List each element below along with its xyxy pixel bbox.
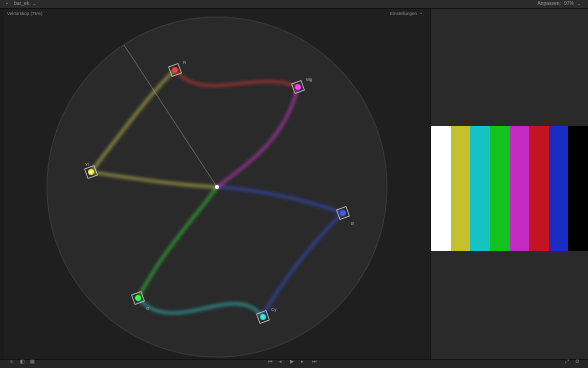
target-dot-cy <box>260 314 266 320</box>
target-dot-g <box>135 295 141 301</box>
playback-controls: ⏮ ◂ ▶ ▸ ⏭ <box>268 360 317 365</box>
settings-icon[interactable]: ⚙ <box>575 360 580 365</box>
target-label-mg: Mg <box>306 77 313 82</box>
skip-back-icon[interactable]: ⏮ <box>268 360 273 365</box>
left-controls: ≡ ◧ ▦ <box>10 360 35 365</box>
target-dot-b <box>340 210 346 216</box>
center-point <box>215 185 219 189</box>
bar-black <box>568 126 588 251</box>
bar-blue <box>548 126 569 251</box>
target-label-yl: Yl <box>85 162 89 167</box>
title-bar: ▪ bar_ek ⌄ Anpassen: 97% ⌄ <box>0 0 588 9</box>
target-label-g: G <box>146 306 150 311</box>
target-dot-mg <box>295 84 301 90</box>
clip-title[interactable]: ▪ bar_ek ⌄ <box>6 0 37 8</box>
viewer-pane <box>431 9 588 359</box>
bar-green <box>489 126 510 251</box>
fit-label: Anpassen: <box>537 1 561 7</box>
bar-cyan <box>470 126 490 251</box>
vectorscope-graticule: RMgBCyGYl <box>46 16 388 358</box>
target-dot-yl <box>88 169 94 175</box>
zoom-level[interactable]: 97% <box>564 0 574 8</box>
bar-yellow <box>450 126 471 251</box>
split-icon[interactable]: ◧ <box>20 360 25 365</box>
clip-name: bar_ek <box>14 1 30 7</box>
menu-icon[interactable]: ≡ <box>10 360 15 365</box>
zoom-chevron-icon[interactable]: ⌄ <box>577 1 582 7</box>
target-dot-r <box>172 67 178 73</box>
play-icon[interactable]: ▶ <box>290 360 295 365</box>
vectorscope-pane: Vektorskop (75%) Einstellungen ⌄ R Mg B Cy G… <box>4 9 431 359</box>
bar-white <box>431 126 451 251</box>
window-icon: ▪ <box>6 0 8 7</box>
skip-forward-icon[interactable]: ⏭ <box>312 360 317 365</box>
viewer-zoom[interactable]: Anpassen: 97% ⌄ <box>537 0 582 8</box>
fullscreen-icon[interactable]: ⤢ <box>565 360 570 365</box>
chevron-down-icon[interactable]: ⌄ <box>32 1 37 7</box>
right-controls: ⤢ ⚙ <box>565 360 580 365</box>
grid-icon[interactable]: ▦ <box>30 360 35 365</box>
target-label-b: B <box>351 221 354 226</box>
step-back-icon[interactable]: ◂ <box>279 360 284 365</box>
bar-magenta <box>509 126 530 251</box>
color-bars <box>431 126 588 251</box>
bar-red <box>529 126 549 251</box>
target-label-cy: Cy <box>271 307 277 312</box>
step-forward-icon[interactable]: ▸ <box>301 360 306 365</box>
